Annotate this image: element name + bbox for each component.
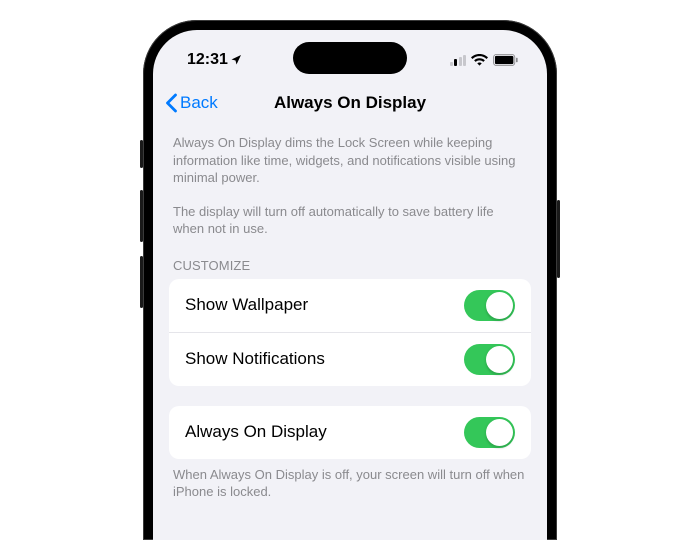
navigation-bar: Back Always On Display <box>153 82 547 124</box>
status-time: 12:31 <box>187 51 242 69</box>
page-title: Always On Display <box>274 93 426 113</box>
show-notifications-row[interactable]: Show Notifications <box>169 332 531 386</box>
show-wallpaper-row[interactable]: Show Wallpaper <box>169 279 531 332</box>
dynamic-island <box>293 42 407 74</box>
side-button-power <box>557 200 560 278</box>
show-wallpaper-toggle[interactable] <box>464 290 515 321</box>
battery-icon <box>493 54 519 66</box>
show-notifications-toggle[interactable] <box>464 344 515 375</box>
time-label: 12:31 <box>187 51 228 69</box>
back-label: Back <box>180 93 218 113</box>
show-notifications-label: Show Notifications <box>185 349 325 369</box>
content-area: Always On Display dims the Lock Screen w… <box>153 124 547 501</box>
always-on-display-toggle[interactable] <box>464 417 515 448</box>
always-on-settings-group: Always On Display <box>169 406 531 459</box>
side-button-silence <box>140 140 143 168</box>
side-button-volume-up <box>140 190 143 242</box>
chevron-left-icon <box>165 93 178 113</box>
always-on-display-row[interactable]: Always On Display <box>169 406 531 459</box>
cellular-signal-icon <box>450 55 467 66</box>
phone-frame: 12:31 <box>143 20 557 540</box>
description-paragraph-1: Always On Display dims the Lock Screen w… <box>169 124 531 193</box>
description-paragraph-2: The display will turn off automatically … <box>169 193 531 244</box>
status-indicators <box>450 54 520 66</box>
location-icon <box>230 54 242 66</box>
screen: 12:31 <box>153 30 547 540</box>
customize-section-header: CUSTOMIZE <box>169 244 531 279</box>
always-on-display-label: Always On Display <box>185 422 327 442</box>
show-wallpaper-label: Show Wallpaper <box>185 295 308 315</box>
wifi-icon <box>471 54 488 66</box>
footer-description: When Always On Display is off, your scre… <box>169 459 531 501</box>
back-button[interactable]: Back <box>165 93 218 113</box>
side-button-volume-down <box>140 256 143 308</box>
customize-settings-group: Show Wallpaper Show Notifications <box>169 279 531 386</box>
